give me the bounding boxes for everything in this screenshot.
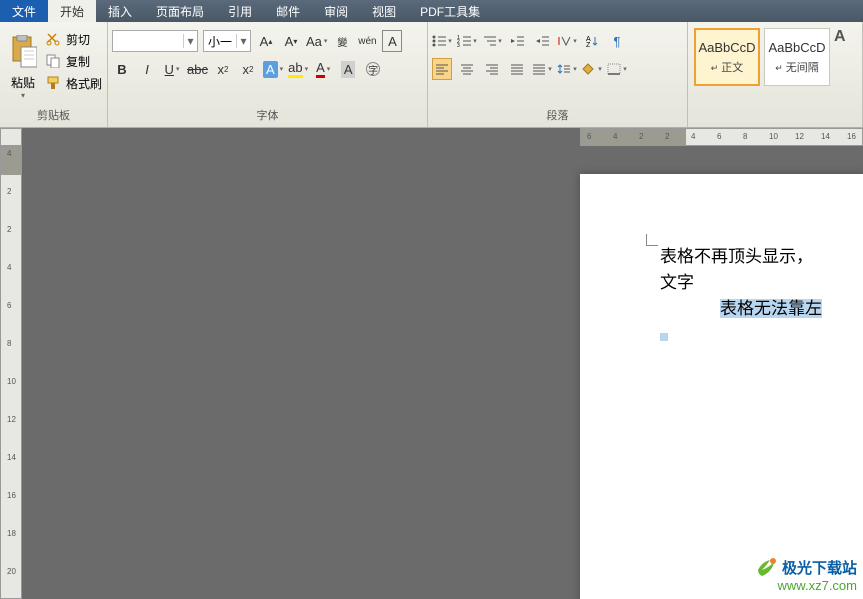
group-font: ▾ 小一▾ A▴ A▾ Aa 變 wén A B I U abc x2 x2 A… [108,22,428,127]
align-center-button[interactable] [457,58,477,80]
indent-increase-button[interactable] [532,30,552,52]
group-clipboard-label: 剪贴板 [4,105,103,127]
tab-view[interactable]: 视图 [360,0,408,22]
watermark-url: www.xz7.com [756,578,857,593]
indent-decrease-button[interactable] [507,30,527,52]
text-direction-button[interactable] [557,30,577,52]
ruler-horizontal[interactable]: 642246810121416 [580,128,863,146]
font-name-combo[interactable]: ▾ [112,30,198,52]
font-size-combo[interactable]: 小一▾ [203,30,251,52]
enclose-button[interactable]: wén [357,30,377,52]
ruler-corner[interactable] [0,128,22,146]
doc-line-2: 文字 [660,270,863,296]
tab-insert[interactable]: 插入 [96,0,144,22]
workspace: 422468101214161820 表格不再顶头显示， 文字 表格无法靠左 极… [0,146,863,599]
svg-text:Z: Z [586,42,591,47]
tab-file[interactable]: 文件 [0,0,48,22]
text-effects-button[interactable]: A [263,58,283,80]
phonetic-button[interactable]: 變 [332,30,352,52]
text-cursor [660,333,668,341]
ribbon: 粘贴 ▾ 剪切 复制 格式刷 剪贴板 [0,22,863,128]
cut-icon [44,30,62,48]
margin-corner-icon [646,234,658,246]
highlight-button[interactable]: ab [288,58,308,80]
cut-button[interactable]: 剪切 [44,30,102,48]
bold-button[interactable]: B [112,58,132,80]
ruler-row: 642246810121416 [0,128,863,146]
superscript-button[interactable]: x2 [238,58,258,80]
style-normal[interactable]: AaBbCcD ↵ 正文 [694,28,760,86]
group-clipboard: 粘贴 ▾ 剪切 复制 格式刷 剪贴板 [0,22,108,127]
style-no-spacing[interactable]: AaBbCcD ↵ 无间隔 [764,28,830,86]
borders-button[interactable] [607,58,627,80]
align-right-button[interactable] [482,58,502,80]
align-left-button[interactable] [432,58,452,80]
watermark-icon [756,556,778,578]
copy-label: 复制 [66,53,90,70]
subscript-button[interactable]: x2 [213,58,233,80]
group-styles: AaBbCcD ↵ 正文 AaBbCcD ↵ 无间隔 A [688,22,863,127]
copy-icon [44,52,62,70]
menu-bar: 文件 开始 插入 页面布局 引用 邮件 审阅 视图 PDF工具集 [0,0,863,22]
shrink-font-button[interactable]: A▾ [281,30,301,52]
copy-button[interactable]: 复制 [44,52,102,70]
group-font-label: 字体 [112,105,423,127]
sort-button[interactable]: AZ [582,30,602,52]
document-area[interactable]: 表格不再顶头显示， 文字 表格无法靠左 极光下载站 www.xz7.com [22,146,863,599]
bullets-button[interactable] [432,30,452,52]
char-border-button[interactable]: A [382,30,402,52]
ruler-vertical[interactable]: 422468101214161820 [0,146,22,599]
enclosed-char-button[interactable]: 字 [363,58,383,80]
char-shading-button[interactable]: A [338,58,358,80]
grow-font-button[interactable]: A▴ [256,30,276,52]
change-case-button[interactable]: Aa [306,30,327,52]
svg-text:3: 3 [457,43,460,47]
format-painter-icon [44,74,62,92]
doc-line-3: 表格无法靠左 [660,296,863,322]
show-marks-button[interactable]: ¶ [607,30,627,52]
tab-pdf[interactable]: PDF工具集 [408,0,492,22]
paste-icon [4,30,42,74]
tab-mail[interactable]: 邮件 [264,0,312,22]
tab-layout[interactable]: 页面布局 [144,0,216,22]
format-painter-label: 格式刷 [66,75,102,92]
group-paragraph: 123 AZ ¶ 段落 [428,22,688,127]
tab-references[interactable]: 引用 [216,0,264,22]
cut-label: 剪切 [66,31,90,48]
tab-review[interactable]: 审阅 [312,0,360,22]
style-more-icon: A [834,28,842,46]
watermark: 极光下载站 www.xz7.com [756,556,857,593]
strikethrough-button[interactable]: abc [187,58,208,80]
multilevel-button[interactable] [482,30,502,52]
italic-button[interactable]: I [137,58,157,80]
font-color-button[interactable]: A [313,58,333,80]
shading-button[interactable] [582,58,602,80]
page[interactable]: 表格不再顶头显示， 文字 表格无法靠左 [580,174,863,599]
line-spacing-button[interactable] [557,58,577,80]
tab-home[interactable]: 开始 [48,0,96,22]
watermark-title: 极光下载站 [782,557,857,578]
justify-button[interactable] [507,58,527,80]
paste-label: 粘贴 [4,74,42,91]
format-painter-button[interactable]: 格式刷 [44,74,102,92]
numbering-button[interactable]: 123 [457,30,477,52]
distributed-button[interactable] [532,58,552,80]
paste-button[interactable]: 粘贴 ▾ [4,24,42,100]
underline-button[interactable]: U [162,58,182,80]
group-paragraph-label: 段落 [432,105,683,127]
doc-line-1: 表格不再顶头显示， [660,244,863,270]
